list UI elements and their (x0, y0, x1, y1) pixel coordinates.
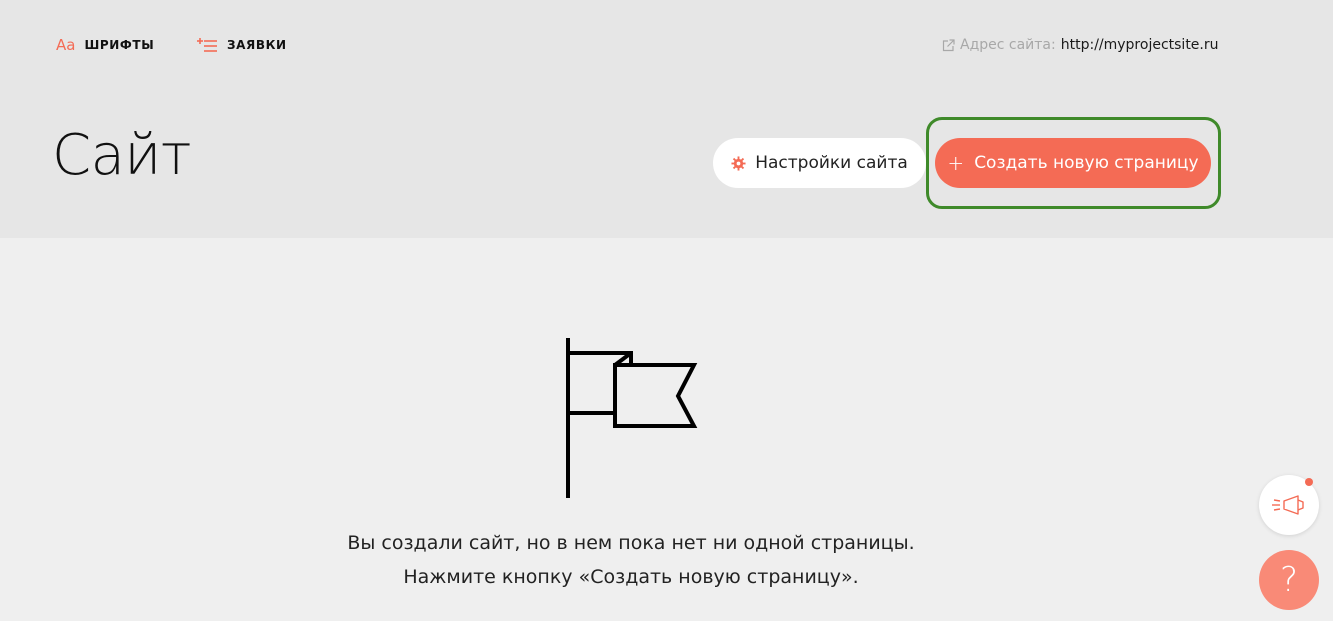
site-settings-label: Настройки сайта (755, 153, 908, 173)
nav-requests-label: ЗАЯВКИ (227, 38, 287, 52)
empty-state-hint: Нажмите кнопку «Создать новую страницу». (403, 566, 859, 588)
list-plus-icon (196, 38, 218, 52)
nav-fonts-link[interactable]: Aa ШРИФТЫ (56, 36, 154, 54)
notification-dot (1305, 478, 1313, 486)
site-address: Адрес сайта: http://myprojectsite.ru (942, 36, 1219, 54)
nav-fonts-label: ШРИФТЫ (84, 38, 155, 52)
site-settings-button[interactable]: Настройки сайта (713, 138, 926, 188)
site-address-label: Адрес сайта: (960, 37, 1056, 53)
header: Aa ШРИФТЫ ЗАЯВКИ Адрес сайта: http://myp… (0, 0, 1333, 238)
megaphone-icon (1272, 495, 1304, 515)
gear-icon (731, 155, 746, 171)
fonts-icon: Aa (56, 36, 76, 54)
plus-icon: + (947, 151, 965, 175)
nav-requests-link[interactable]: ЗАЯВКИ (196, 36, 287, 54)
create-page-label: Создать новую страницу (974, 153, 1199, 173)
empty-state-text: Вы создали сайт, но в нем пока нет ни од… (347, 532, 915, 554)
flag-icon (560, 332, 700, 506)
help-button[interactable]: ? (1259, 550, 1319, 610)
page-title: Сайт (52, 123, 192, 188)
create-page-button[interactable]: + Создать новую страницу (935, 138, 1211, 188)
site-address-url[interactable]: http://myprojectsite.ru (1061, 37, 1219, 53)
external-link-icon (942, 38, 955, 51)
